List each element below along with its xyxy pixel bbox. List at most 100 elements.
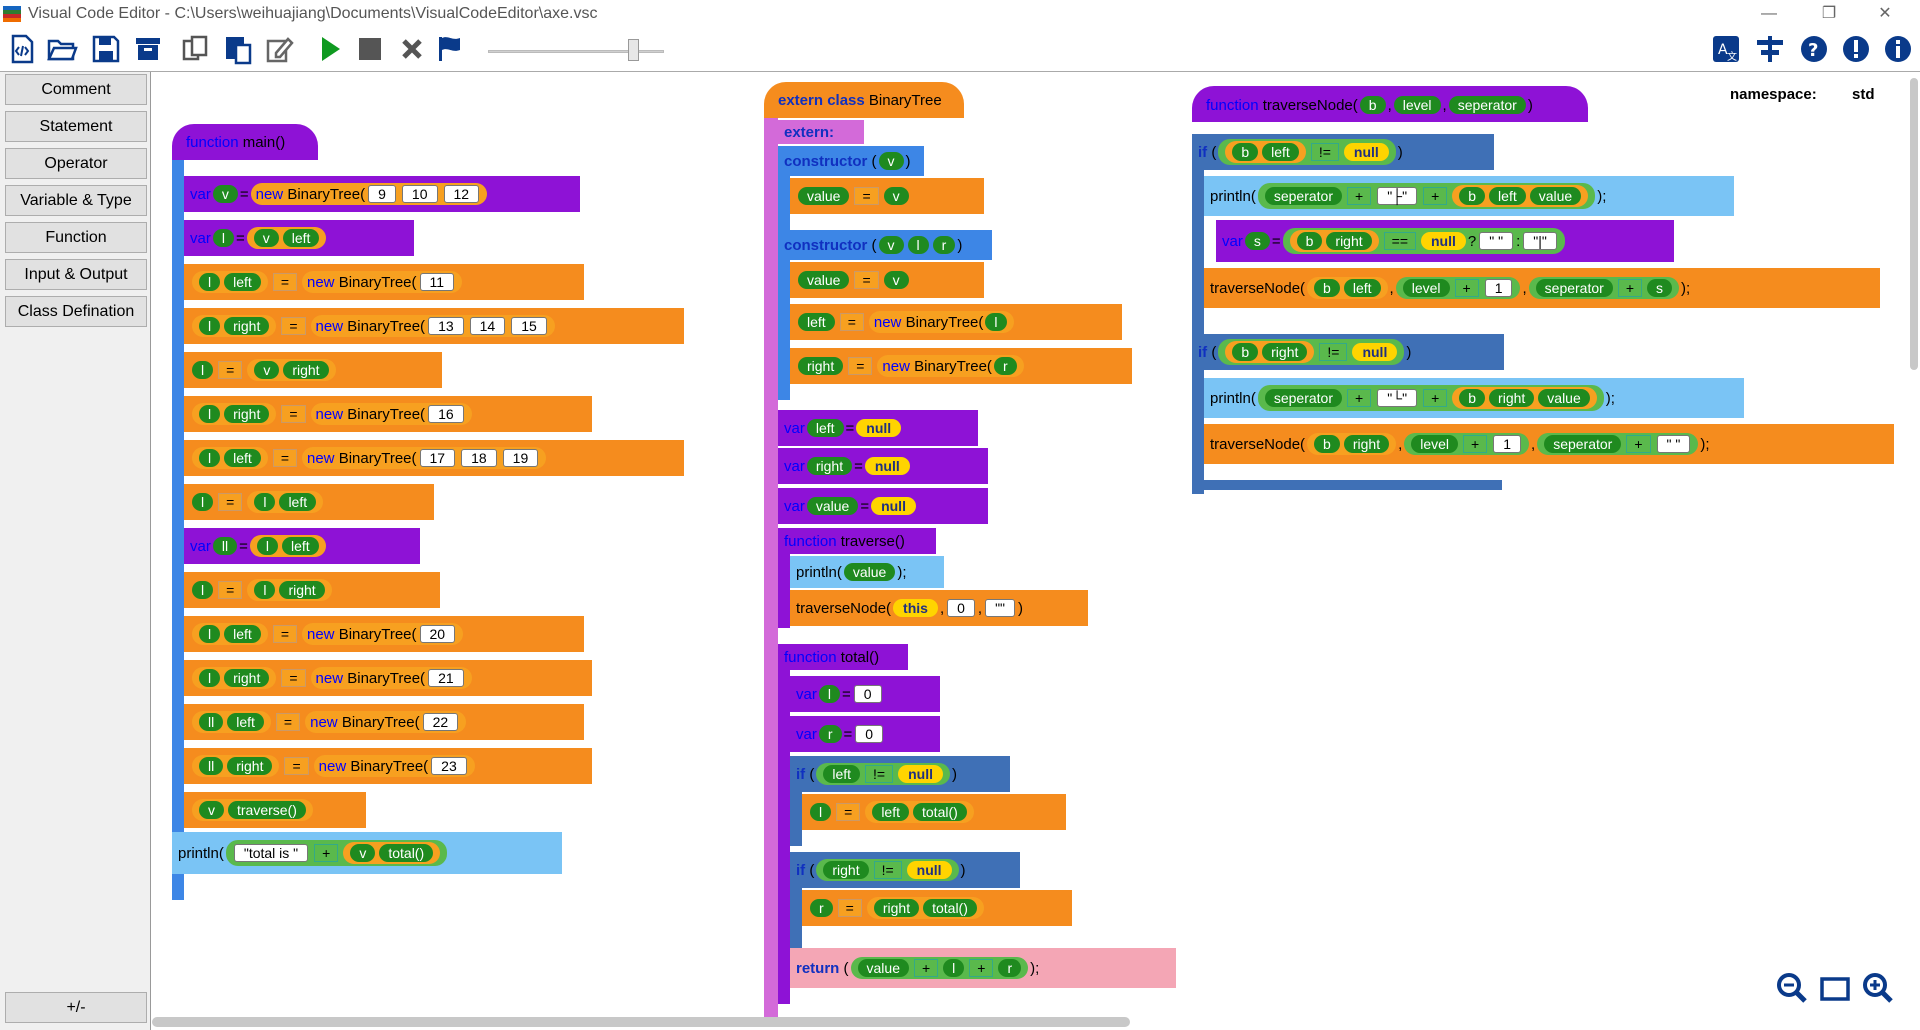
code-token[interactable]: left [281,537,319,555]
code-token[interactable]: "" [985,599,1016,617]
flag-icon[interactable] [434,33,466,65]
code-token[interactable]: b [1232,343,1259,361]
code-token[interactable]: if [1198,144,1207,161]
code-token[interactable]: new [316,406,344,423]
code-token[interactable]: right [873,899,920,917]
code-token[interactable]: right [1326,232,1372,250]
stmt-l-eq-l-left[interactable]: l = l left [184,484,434,520]
code-token[interactable]: r [818,725,842,743]
category-class-defination[interactable]: Class Defination [5,296,147,327]
code-token[interactable]: seperator + s [1528,277,1679,299]
code-token[interactable]: var [784,420,805,437]
code-token[interactable]: new BinaryTree(9 10 12 [250,183,488,205]
stmt-println-total[interactable]: println("total is " + v total() [172,832,562,874]
code-token[interactable]: = [272,449,297,467]
translate-icon[interactable]: A文 [1710,33,1742,65]
code-token[interactable]: level [1393,96,1441,114]
code-token[interactable]: function [186,134,239,151]
code-token[interactable]: = [281,317,306,335]
code-token[interactable]: if [1198,344,1207,361]
stmt-right-new[interactable]: right = new BinaryTree(r [790,348,1132,384]
code-token[interactable]: var [784,498,805,515]
code-token[interactable]: new BinaryTree(20 [302,623,464,645]
stmt-l-left-new[interactable]: l left = new BinaryTree(11 [184,264,584,300]
code-token[interactable]: = [281,669,306,687]
code-token[interactable]: v [254,361,280,379]
paste-icon[interactable] [222,33,254,65]
code-token[interactable]: v [883,271,909,289]
code-token[interactable]: left [282,229,320,247]
code-token[interactable]: l [199,625,221,643]
stmt-left-new[interactable]: left = new BinaryTree(l [790,304,1122,340]
code-token[interactable]: null [1352,343,1398,361]
code-token[interactable]: new BinaryTree(23 [313,755,475,777]
code-token[interactable]: v [878,236,904,254]
code-token[interactable]: l [199,449,221,467]
code-token[interactable]: s [1244,232,1270,250]
code-token[interactable]: 13 [428,317,464,335]
code-token[interactable]: + [1347,389,1372,407]
code-token[interactable]: l [810,803,832,821]
stmt-ll-left-new-22[interactable]: ll left = new BinaryTree(22 [184,704,584,740]
code-token[interactable]: != [1310,143,1339,161]
stmt-return-sum[interactable]: return (value + l + r); [790,948,1176,988]
code-token[interactable]: s [1647,279,1672,297]
stop-icon[interactable] [354,33,386,65]
close-button[interactable]: ✕ [1862,0,1908,28]
stmt-l-left-new-17[interactable]: l left = new BinaryTree(17 18 19 [184,440,684,476]
code-token[interactable]: var [796,686,817,703]
save-icon[interactable] [90,33,122,65]
code-token[interactable]: 0 [947,599,975,617]
code-token[interactable]: function [784,649,837,666]
code-token[interactable]: + [1454,279,1479,297]
code-token[interactable]: new [316,318,344,335]
code-token[interactable]: l right [192,667,277,689]
code-token[interactable]: l [199,669,221,687]
code-token[interactable]: v [199,801,224,819]
code-token[interactable]: v total() [343,842,441,864]
code-token[interactable]: " " [1656,435,1691,453]
code-token[interactable]: l [254,581,276,599]
code-token[interactable]: new [310,714,338,731]
code-token[interactable]: 18 [461,449,497,467]
code-token[interactable]: constructor [784,237,867,254]
code-token[interactable]: ll [199,713,224,731]
category-comment[interactable]: Comment [5,74,147,105]
code-token[interactable]: new [316,670,344,687]
code-token[interactable]: seperator [1544,435,1622,453]
code-token[interactable]: v traverse() [192,799,313,821]
code-token[interactable]: + [1423,187,1448,205]
format-icon[interactable] [1754,33,1786,65]
code-token[interactable]: level +1 [1404,433,1530,455]
code-token[interactable]: ll left [192,711,271,733]
code-token[interactable]: r [993,357,1017,375]
code-token[interactable]: left [224,449,261,467]
code-token[interactable]: 1 [1484,279,1513,297]
code-token[interactable]: 15 [511,317,547,335]
code-token[interactable]: l [192,361,214,379]
code-token[interactable]: 14 [469,317,506,335]
stmt-var-s[interactable]: var s = b right == null? " ": "|" [1216,220,1674,262]
code-token[interactable]: l right [192,403,277,425]
code-token[interactable]: left [872,803,909,821]
code-token[interactable]: 11 [419,273,455,291]
code-token[interactable]: var [190,230,211,247]
code-token[interactable]: right [823,861,869,879]
stmt-l-right-new[interactable]: l right = new BinaryTree(13 14 15 [184,308,684,344]
code-token[interactable]: left [823,765,861,783]
code-token[interactable]: right [806,457,853,475]
code-token[interactable]: l left [192,447,268,469]
code-token[interactable]: 21 [428,669,464,687]
code-token[interactable]: right [283,361,329,379]
code-token[interactable]: 17 [419,449,456,467]
code-token[interactable]: 23 [431,757,467,775]
code-token[interactable]: if [796,766,805,783]
code-token[interactable]: != [873,861,902,879]
code-token[interactable]: left [806,419,844,437]
code-token[interactable]: l [192,493,214,511]
code-token[interactable]: value [843,563,896,581]
code-token[interactable]: seperator [1264,187,1343,205]
stmt-traverseNode-right[interactable]: traverseNode(b right, level +1, seperator + " … [1204,424,1894,464]
code-token[interactable]: b right != null [1218,339,1405,365]
code-token[interactable]: new [307,626,335,643]
